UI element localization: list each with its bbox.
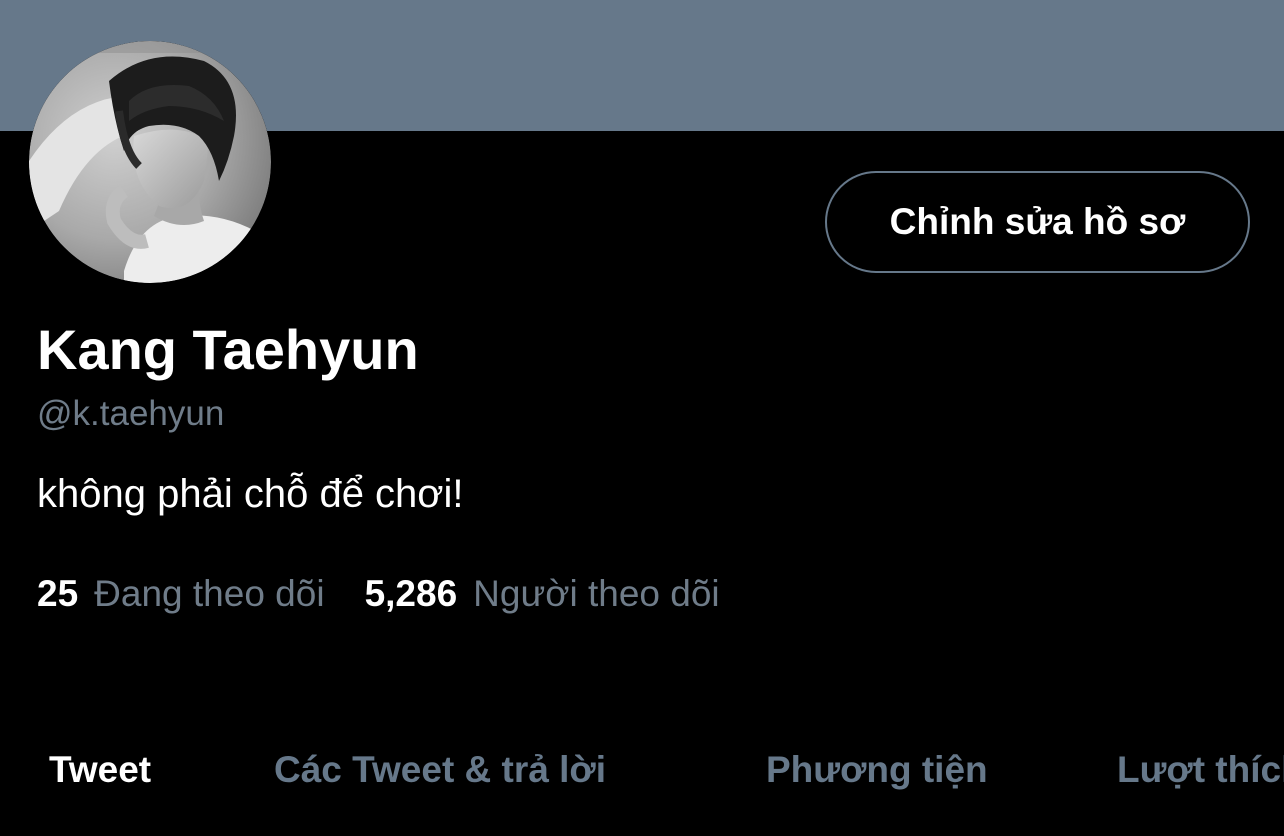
followers-count: 5,286 — [364, 573, 458, 614]
profile-bio: không phải chỗ để chơi! — [37, 472, 464, 516]
display-name: Kang Taehyun — [37, 318, 419, 381]
edit-profile-button[interactable]: Chỉnh sửa hồ sơ — [825, 171, 1250, 273]
tab-tweets-and-replies[interactable]: Các Tweet & trả lời — [274, 740, 606, 800]
profile-tabs: Tweet Các Tweet & trả lời Phương tiện Lư… — [0, 740, 1284, 800]
followers-link[interactable]: 5,286 Người theo dõi — [365, 572, 720, 616]
profile-page: Chỉnh sửa hồ sơ Kang Taehyun @k.taehyun … — [0, 0, 1284, 836]
tab-tweets[interactable]: Tweet — [49, 740, 151, 800]
following-label: Đang theo dõi — [94, 573, 325, 614]
tab-likes[interactable]: Lượt thích — [1117, 740, 1284, 800]
profile-avatar[interactable] — [29, 41, 271, 283]
following-count: 25 — [37, 573, 79, 614]
tab-media[interactable]: Phương tiện — [766, 740, 988, 800]
username-handle: @k.taehyun — [37, 394, 225, 433]
avatar-photo — [29, 41, 271, 283]
followers-label: Người theo dõi — [473, 573, 720, 614]
following-link[interactable]: 25 Đang theo dõi — [37, 572, 325, 616]
follow-stats: 25 Đang theo dõi 5,286 Người theo dõi — [37, 572, 720, 616]
